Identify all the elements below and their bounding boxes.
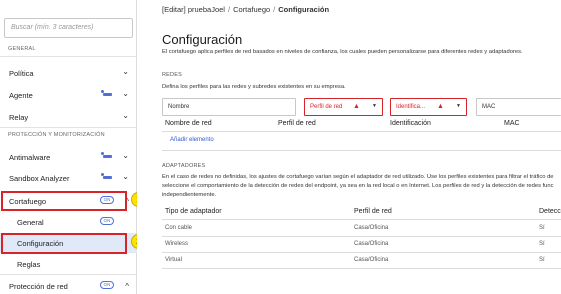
column-header: Tipo de adaptador xyxy=(165,208,222,215)
sidebar-item-label: Reglas xyxy=(17,260,41,269)
sidebar-item-label: Agente xyxy=(9,91,33,100)
breadcrumb-policy-link[interactable]: [Editar] pruebaJoel xyxy=(162,5,225,14)
page-description: El cortafuego aplica perfiles de red bas… xyxy=(162,49,523,55)
chevron-down-icon: ⌄ xyxy=(122,67,129,76)
sidebar-item-antimalware[interactable]: Antimalware ⌄ xyxy=(0,147,137,167)
divider xyxy=(162,131,561,132)
divider xyxy=(162,219,561,220)
adapter-profile-cell[interactable]: Casa/Oficina xyxy=(354,241,388,247)
breadcrumb-cortafuego-link[interactable]: Cortafuego xyxy=(233,5,270,14)
section-protection-label: PROTECCIÓN Y MONITORIZACIÓN xyxy=(8,132,105,138)
warning-icon: ▲ xyxy=(353,103,360,110)
adapter-type-cell: Con cable xyxy=(165,225,193,231)
chevron-down-icon: ⌄ xyxy=(122,151,129,160)
breadcrumb: [Editar] pruebaJoel / Cortafuego / Configura… xyxy=(162,5,330,14)
network-profile-select[interactable]: Perfil de red ▲ ▼ xyxy=(304,98,383,116)
sidebar-item-politica[interactable]: Política ⌄ xyxy=(0,63,137,83)
section-redes-text: Defina los perfiles para las redes y sub… xyxy=(162,84,346,90)
select-label: Perfil de red xyxy=(310,104,343,110)
chevron-down-icon: ▼ xyxy=(456,103,461,109)
page-title: Configuración xyxy=(162,32,243,47)
toggle-on-badge[interactable]: ON xyxy=(100,217,114,225)
main-panel: [Editar] pruebaJoel / Cortafuego / Configura… xyxy=(137,0,561,294)
select-label: Identifica... xyxy=(396,104,426,110)
divider xyxy=(162,236,561,237)
column-header: Detecc xyxy=(539,208,561,215)
sidebar-item-label: Relay xyxy=(9,113,29,122)
sidebar-item-label: Política xyxy=(9,69,34,78)
sidebar-item-label: Sandbox Analyzer xyxy=(9,174,70,183)
sidebar-subitem-reglas[interactable]: Reglas xyxy=(0,254,137,274)
adapter-type-cell: Wireless xyxy=(165,241,189,247)
adapter-detection-cell[interactable]: Sí xyxy=(539,225,545,231)
sidebar-item-agente[interactable]: Agente ⌄ xyxy=(0,85,137,105)
identification-select[interactable]: Identifica... ▲ ▼ xyxy=(390,98,467,116)
section-adaptadores-heading: ADAPTADORES xyxy=(162,163,206,169)
divider xyxy=(0,56,137,57)
section-general-label: GENERAL xyxy=(8,46,36,52)
network-name-input[interactable]: Nombre xyxy=(162,98,296,116)
sidebar-item-relay[interactable]: Relay ⌄ xyxy=(0,107,137,127)
section-adaptadores-text: seleccione el comportamiento de la detec… xyxy=(162,183,554,189)
mac-input[interactable]: MAC xyxy=(476,98,561,116)
section-adaptadores-text: En el caso de redes no definidas, los aj… xyxy=(162,174,554,180)
column-header: Perfil de red xyxy=(278,120,316,127)
sidebar-item-label: General xyxy=(17,218,44,227)
adapter-profile-cell[interactable]: Casa/Oficina xyxy=(354,257,388,263)
sidebar-item-sandbox[interactable]: Sandbox Analyzer ⌄ xyxy=(0,168,137,188)
chevron-down-icon: ⌄ xyxy=(122,172,129,181)
divider xyxy=(0,274,137,275)
sidebar-subitem-general[interactable]: General ON xyxy=(0,212,137,232)
toggle-on-badge[interactable]: ON xyxy=(100,281,114,289)
adapter-detection-cell[interactable]: Sí xyxy=(539,241,545,247)
column-header: Perfil de red xyxy=(354,208,392,215)
column-header: MAC xyxy=(504,120,520,127)
chevron-up-icon: ^ xyxy=(125,282,129,291)
sidebar-item-label: Antimalware xyxy=(9,153,51,162)
breadcrumb-current: Configuración xyxy=(278,5,330,14)
divider xyxy=(162,150,561,151)
chevron-down-icon: ⌄ xyxy=(122,89,129,98)
status-bar-icon xyxy=(103,155,112,158)
section-redes-heading: REDES xyxy=(162,72,182,78)
sidebar-item-proteccion-red[interactable]: Protección de red ON ^ xyxy=(0,276,137,294)
adapter-profile-cell[interactable]: Casa/Oficina xyxy=(354,225,388,231)
column-header: Nombre de red xyxy=(165,120,212,127)
search-input[interactable]: Buscar (mín. 3 caracteres) xyxy=(4,18,133,38)
highlight-box-configuracion xyxy=(1,233,127,254)
adapter-detection-cell[interactable]: Sí xyxy=(539,257,545,263)
divider xyxy=(162,252,561,253)
warning-icon: ▲ xyxy=(437,103,444,110)
chevron-down-icon: ⌄ xyxy=(122,111,129,120)
adapter-type-cell: Virtual xyxy=(165,257,182,263)
sidebar-item-label: Protección de red xyxy=(9,282,68,291)
divider xyxy=(162,268,561,269)
add-element-link[interactable]: Añadir elemento xyxy=(170,137,214,143)
divider xyxy=(0,127,137,128)
status-bar-icon xyxy=(103,176,112,179)
status-bar-icon xyxy=(103,93,112,96)
highlight-box-cortafuego xyxy=(1,191,127,211)
chevron-down-icon: ▼ xyxy=(372,103,377,109)
section-adaptadores-text: independientemente. xyxy=(162,192,217,198)
column-header: Identificación xyxy=(390,120,431,127)
